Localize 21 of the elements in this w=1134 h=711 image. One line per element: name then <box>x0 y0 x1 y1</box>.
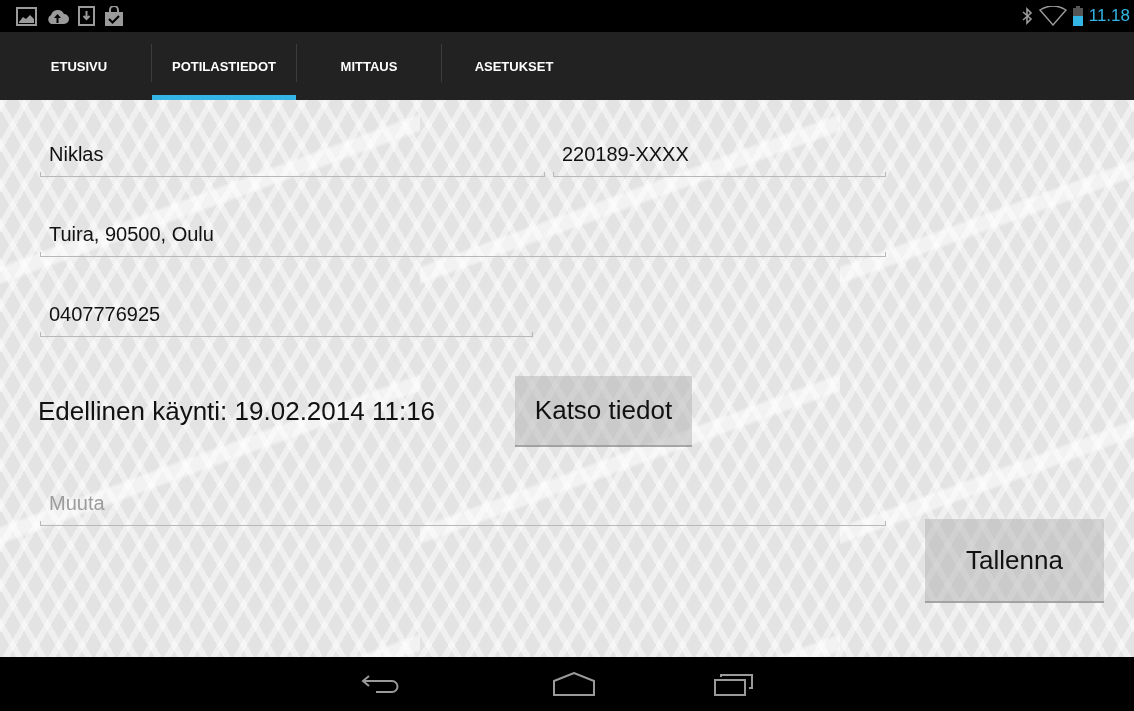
input-field[interactable]: Niklas <box>40 136 545 177</box>
wifi-icon <box>1038 6 1067 26</box>
tab[interactable]: ASETUKSET <box>442 32 586 100</box>
view-details-button[interactable]: Katso tiedot <box>515 376 692 447</box>
input-field[interactable]: 0407776925 <box>40 296 533 337</box>
tab[interactable]: ETUSIVU <box>7 32 151 100</box>
input-field[interactable]: Tuira, 90500, Oulu <box>40 216 886 257</box>
recent-apps-icon[interactable] <box>714 672 754 696</box>
image-icon <box>16 6 37 26</box>
shopping-bag-icon <box>104 5 124 27</box>
last-visit-text: Edellinen käynti: 19.02.2014 11:16 <box>38 396 437 427</box>
input-field[interactable]: 220189-XXXX <box>553 136 886 177</box>
download-icon <box>78 6 95 26</box>
bluetooth-icon <box>1020 7 1033 25</box>
back-icon[interactable] <box>360 674 400 694</box>
save-button[interactable]: Tallenna <box>925 519 1104 603</box>
cloud-upload-icon <box>46 7 69 25</box>
clock-time: 11.18 <box>1088 6 1130 26</box>
battery-icon <box>1072 6 1083 26</box>
home-icon[interactable] <box>552 672 596 696</box>
tab[interactable]: MITTAUS <box>297 32 441 100</box>
